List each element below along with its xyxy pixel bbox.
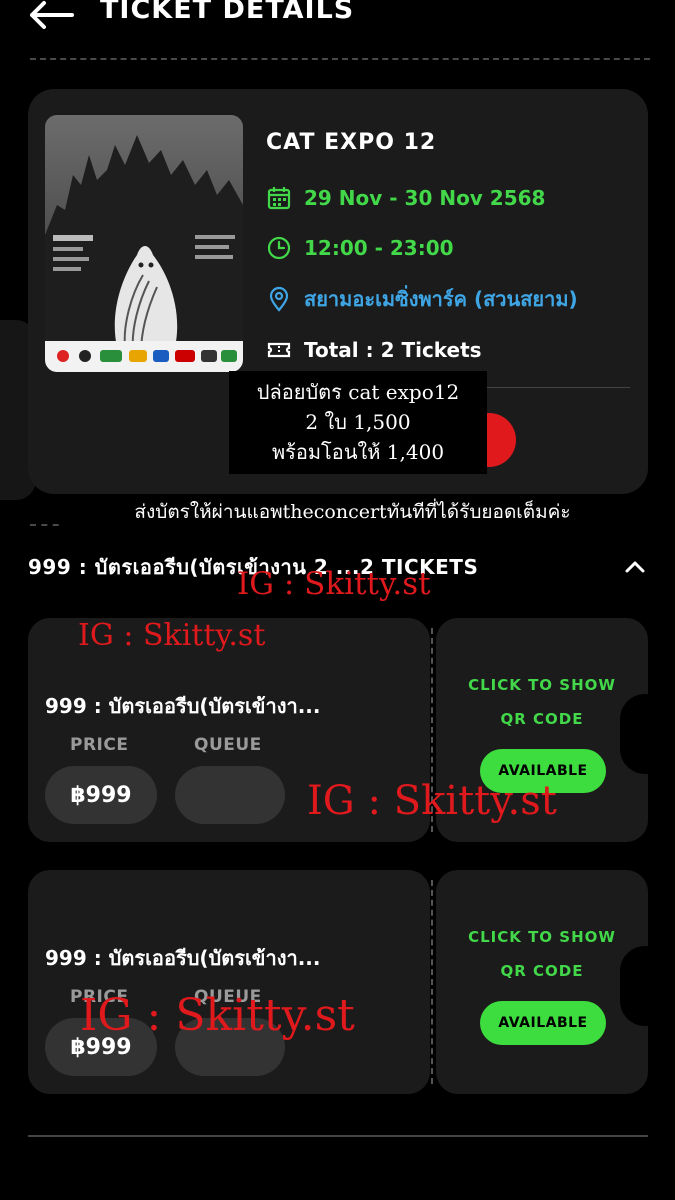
location-pin-icon [269, 286, 289, 312]
qr-code-text[interactable]: QR CODE [436, 710, 648, 728]
event-poster-image [45, 115, 243, 372]
event-date: 29 Nov - 30 Nov 2568 [304, 186, 546, 210]
clock-icon [267, 236, 291, 260]
available-button[interactable]: AVAILABLE [480, 1001, 606, 1045]
price-label: PRICE [70, 735, 129, 755]
calendar-icon [267, 187, 291, 210]
chevron-up-icon[interactable] [622, 554, 648, 580]
event-time-row: 12:00 - 23:00 [266, 233, 454, 263]
sale-notice-line: ปล่อยบัตร cat expo12 [256, 380, 460, 404]
sale-notice-line: 2 ใบ 1,500 [305, 410, 411, 434]
ticket-icon [267, 342, 291, 358]
ticket-total-row: Total : 2 Tickets [266, 335, 482, 365]
perforation-line [431, 880, 433, 1084]
watermark-text: IG : Skitty.st [78, 618, 266, 653]
event-time: 12:00 - 23:00 [304, 236, 454, 260]
watermark-text: IG : Skitty.st [307, 778, 557, 824]
watermark-text: IG : Skitty.st [237, 566, 431, 602]
queue-label: QUEUE [194, 735, 262, 755]
show-qr-text[interactable]: CLICK TO SHOW [436, 928, 648, 946]
page-title: TICKET DETAILS [100, 0, 355, 25]
queue-value [175, 766, 285, 824]
price-value: ฿999 [45, 766, 157, 824]
bottom-divider [28, 1135, 648, 1137]
qr-code-text[interactable]: QR CODE [436, 962, 648, 980]
header: TICKET DETAILS [0, 0, 675, 44]
event-venue[interactable]: สยามอะเมซิ่งพาร์ค (สวนสยาม) [304, 283, 578, 315]
ticket-name: 999 : บัตรเออรีบ(บัตรเข้างา... [45, 694, 321, 718]
delivery-notice: ส่งบัตรให้ผ่านแอพtheconcertทันทีที่ได้รั… [60, 494, 645, 532]
arrow-left-icon[interactable] [28, 0, 74, 30]
header-divider [30, 58, 650, 60]
ticket-name: 999 : บัตรเออรีบ(บัตรเข้างา... [45, 946, 321, 970]
watermark-text: IG : Skitty.st [80, 990, 355, 1041]
sale-notice: ปล่อยบัตร cat expo12 2 ใบ 1,500 พร้อมโอน… [229, 371, 487, 474]
show-qr-text[interactable]: CLICK TO SHOW [436, 676, 648, 694]
ticket-total: Total : 2 Tickets [304, 338, 482, 362]
event-date-row: 29 Nov - 30 Nov 2568 [266, 183, 545, 213]
ticket-stub[interactable] [436, 870, 648, 1094]
event-venue-row[interactable]: สยามอะเมซิ่งพาร์ค (สวนสยาม) [266, 284, 578, 314]
sale-notice-line: พร้อมโอนให้ 1,400 [271, 440, 445, 464]
event-title: CAT EXPO 12 [266, 130, 437, 155]
